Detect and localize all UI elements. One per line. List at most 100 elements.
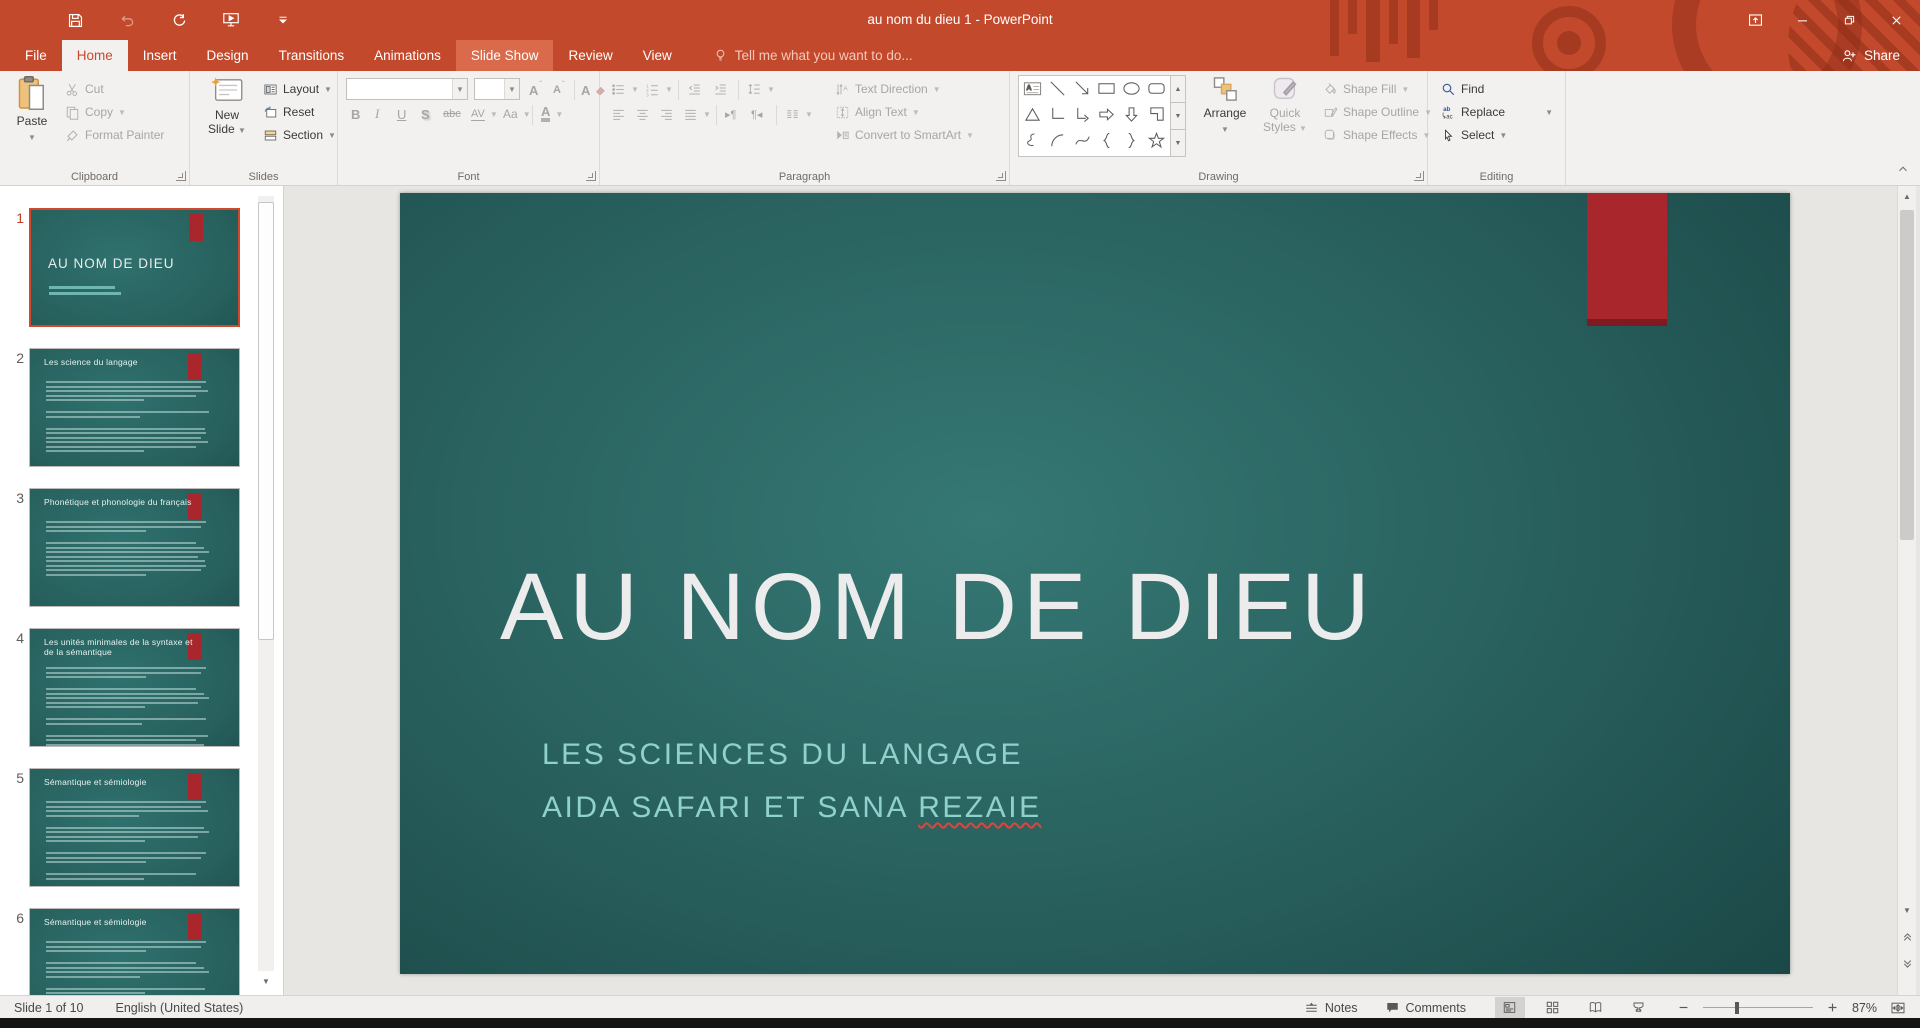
shape-elbowarrow[interactable] [1073,105,1092,127]
ltr-direction-button[interactable]: ▸¶ [722,103,739,125]
section-button[interactable]: Section ▼ [260,124,339,146]
shape-corner[interactable] [1147,105,1166,127]
drawing-dialog-launcher[interactable] [1414,171,1424,181]
text-direction-button[interactable]: A Text Direction ▼ [832,78,944,100]
slide-thumbnail-3[interactable]: Phonétique et phonologie du français [29,488,240,607]
close-button[interactable] [1873,0,1920,40]
text-shadow-button[interactable]: S [418,103,433,125]
ribbon-display-options-button[interactable] [1732,0,1779,40]
minimize-button[interactable] [1779,0,1826,40]
increase-indent-button[interactable] [710,78,731,100]
italic-button[interactable]: I [372,103,382,125]
tab-file[interactable]: File [10,40,62,71]
tab-design[interactable]: Design [192,40,264,71]
shape-scroll-down-button[interactable]: ▼ [1171,103,1185,130]
shape-effects-button[interactable]: Shape Effects ▼ [1320,124,1433,146]
align-right-button[interactable] [656,103,677,125]
numbering-button[interactable]: 1 2 3 ▼ [642,78,676,100]
convert-smartart-button[interactable]: Convert to SmartArt ▼ [832,124,977,146]
layout-button[interactable]: Layout ▼ [260,78,335,100]
shape-outline-button[interactable]: Shape Outline ▼ [1320,101,1435,123]
shape-arc[interactable] [1048,131,1067,153]
font-dialog-launcher[interactable] [586,171,596,181]
strikethrough-button[interactable]: abc [440,103,464,125]
shape-curve[interactable] [1073,131,1092,153]
shape-oval[interactable] [1122,79,1141,101]
shape-gallery-more-button[interactable]: ▼ [1171,130,1185,156]
clipboard-dialog-launcher[interactable] [176,171,186,181]
shrink-font-button[interactable]: Aˇ [550,79,572,101]
select-button[interactable]: Select ▼ [1438,124,1510,146]
shape-arrowdown[interactable] [1122,105,1141,127]
slide-thumbnail-6[interactable]: Sémantique et sémiologie [29,908,240,995]
shape-braceright[interactable] [1122,131,1141,153]
view-reading-button[interactable] [1581,997,1611,1018]
share-button[interactable]: Share [1833,40,1908,71]
tab-view[interactable]: View [628,40,687,71]
arrange-button[interactable]: Arrange ▼ [1196,75,1254,137]
tell-me-box[interactable]: Tell me what you want to do... [713,40,913,71]
shape-textbox[interactable]: A [1023,79,1042,101]
font-size-combo[interactable]: ▼ [474,78,520,100]
zoom-out-button[interactable] [1677,1001,1690,1014]
collapse-ribbon-button[interactable] [1896,162,1910,179]
tab-insert[interactable]: Insert [128,40,192,71]
shape-roundrect[interactable] [1147,79,1166,101]
notes-button[interactable]: Notes [1304,1000,1358,1015]
slide-thumbnail-2[interactable]: Les science du langage [29,348,240,467]
zoom-slider-thumb[interactable] [1734,1002,1739,1014]
main-scrollbar-thumb[interactable] [1900,210,1914,540]
shape-triangle[interactable] [1023,105,1042,127]
new-slide-button[interactable]: New Slide ▼ [198,75,256,138]
slide-subtitle-text[interactable]: LES SCIENCES DU LANGAGE AIDA SAFARI ET S… [542,738,1042,844]
bold-button[interactable]: B [348,103,363,125]
previous-slide-button[interactable] [1898,928,1916,945]
align-text-button[interactable]: Align Text ▼ [832,101,923,123]
restore-button[interactable] [1826,0,1873,40]
slide-title-text[interactable]: AU NOM DE DIEU [500,553,1376,662]
zoom-level-label[interactable]: 87% [1852,1001,1877,1015]
align-center-button[interactable] [632,103,653,125]
shape-braceleft[interactable] [1097,131,1116,153]
slide-thumbnail-1[interactable]: AU NOM DE DIEU [29,208,240,327]
rtl-direction-button[interactable]: ¶◂ [748,103,765,125]
format-painter-button[interactable]: Format Painter [62,124,167,146]
bullets-button[interactable]: ▼ [608,78,642,100]
slide-accent-rectangle[interactable] [1587,193,1667,326]
quick-styles-button[interactable]: Quick Styles ▼ [1256,75,1314,136]
fit-to-window-button[interactable] [1890,1000,1906,1016]
align-left-button[interactable] [608,103,629,125]
character-spacing-button[interactable]: AV ▼ [468,103,501,125]
shape-line[interactable] [1048,79,1067,101]
tab-home[interactable]: Home [61,40,128,71]
cut-button[interactable]: Cut [62,78,107,100]
thumbnail-scroll-down-button[interactable]: ▼ [258,973,274,989]
shape-elbow[interactable] [1048,105,1067,127]
zoom-slider[interactable] [1702,997,1813,1018]
slide-thumbnail-5[interactable]: Sémantique et sémiologie [29,768,240,887]
scroll-down-button[interactable]: ▼ [1898,902,1916,919]
tab-slide-show[interactable]: Slide Show [455,40,554,71]
view-slideshow-button[interactable] [1624,997,1654,1018]
copy-button[interactable]: Copy ▼ [62,101,129,123]
view-slide-sorter-button[interactable] [1538,997,1568,1018]
paste-button[interactable]: Paste ▼ [6,75,58,145]
shape-fill-button[interactable]: Shape Fill ▼ [1320,78,1412,100]
tab-review[interactable]: Review [553,40,627,71]
shape-arrowright[interactable] [1097,105,1116,127]
font-name-combo[interactable]: ▼ [346,78,468,100]
replace-button[interactable]: ab ac Replace ▼ [1438,101,1556,123]
thumbnail-scrollbar-thumb[interactable] [258,202,274,640]
font-color-button[interactable]: A ▼ [538,103,566,125]
reset-button[interactable]: Reset [260,101,317,123]
shape-star[interactable] [1147,131,1166,153]
next-slide-button[interactable] [1898,956,1916,973]
shape-scribble[interactable] [1023,131,1042,153]
decrease-indent-button[interactable] [684,78,705,100]
view-normal-button[interactable] [1494,997,1525,1018]
tab-animations[interactable]: Animations [359,40,456,71]
slide-thumbnail-4[interactable]: Les unités minimales de la syntaxe et de… [29,628,240,747]
grow-font-button[interactable]: Aˆ [526,79,549,101]
change-case-button[interactable]: Aa ▼ [500,103,534,125]
shape-arrow[interactable] [1073,79,1092,101]
